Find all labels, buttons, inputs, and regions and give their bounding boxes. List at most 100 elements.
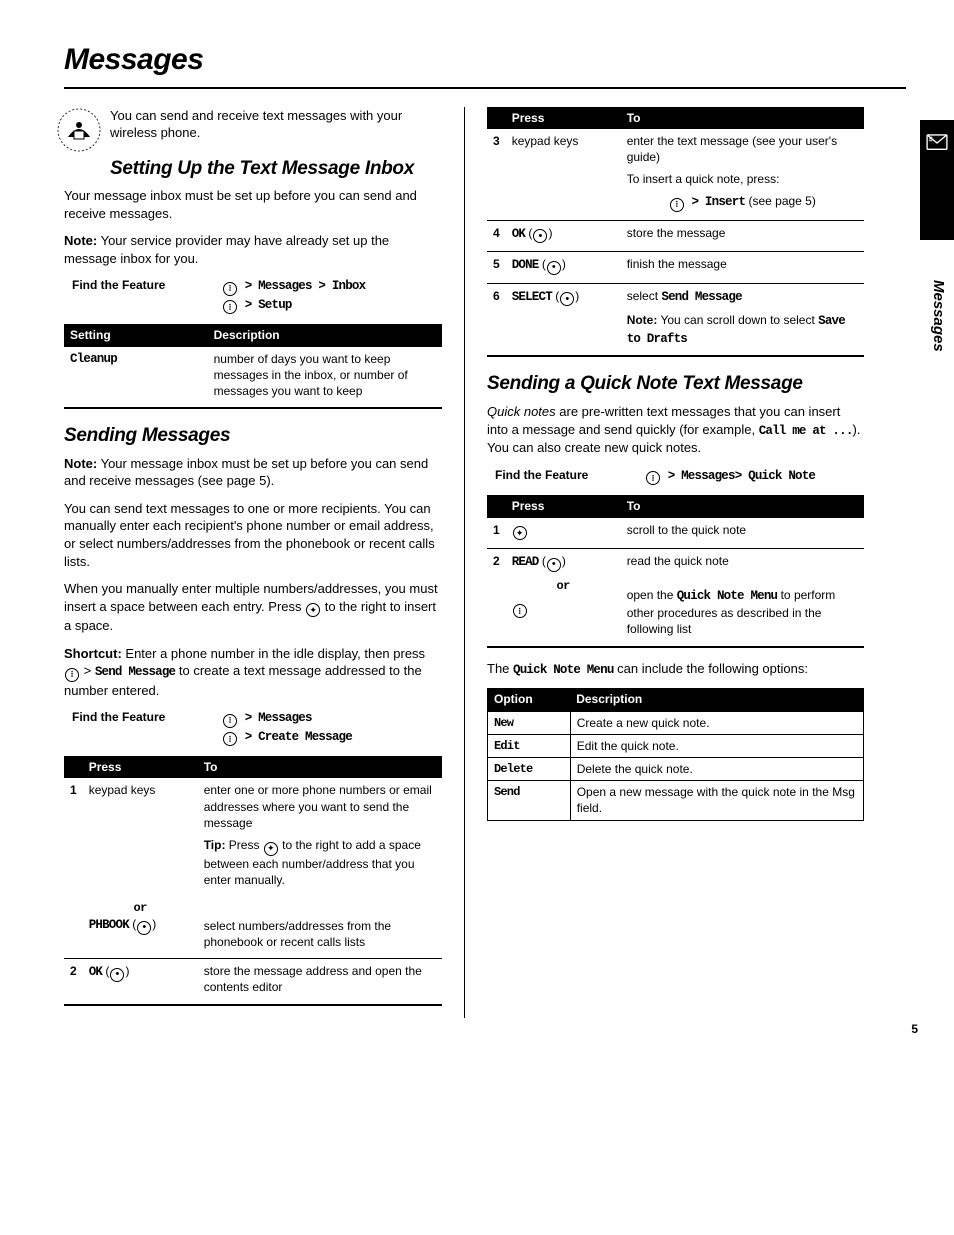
press-cell: OK () xyxy=(83,959,198,1005)
left-column: You can send and receive text messages w… xyxy=(64,107,464,1018)
opt-desc: Create a new quick note. xyxy=(570,711,863,734)
menu-key-icon xyxy=(513,604,527,618)
opt-desc: Delete the quick note. xyxy=(570,758,863,781)
opt-name: Delete xyxy=(488,758,571,781)
center-key-icon xyxy=(137,921,151,935)
press-cell: OK () xyxy=(506,220,621,252)
to-cell: read the quick note open the Quick Note … xyxy=(621,549,864,647)
th-setting: Setting xyxy=(64,324,208,346)
find-feature-3: Find the Feature > Messages> Quick Note xyxy=(495,467,864,486)
table-row: 6 SELECT () select Send Message Note: Yo… xyxy=(487,283,864,356)
center-key-icon xyxy=(547,261,561,275)
table-row: 1 keypad keys enter one or more phone nu… xyxy=(64,778,442,895)
menu-key-icon xyxy=(223,300,237,314)
opt-desc: Edit the quick note. xyxy=(570,734,863,757)
th-press: Press xyxy=(506,495,621,517)
to-cell: store the message xyxy=(621,220,864,252)
setting-table: Setting Description Cleanup number of da… xyxy=(64,324,442,409)
find-feature-label: Find the Feature xyxy=(72,277,222,293)
step-num: 3 xyxy=(487,129,506,221)
section1-p1: Your message inbox must be set up before… xyxy=(64,187,442,222)
opt-desc: Open a new message with the quick note i… xyxy=(570,781,863,820)
th-blank xyxy=(64,756,83,778)
menu-key-icon xyxy=(670,198,684,212)
section2-note: Note: Your message inbox must be set up … xyxy=(64,455,442,490)
nav-key-icon xyxy=(306,603,320,617)
find-feature-2: Find the Feature > Messages > Create Mes… xyxy=(72,709,442,746)
to-cell: enter the text message (see your user's … xyxy=(621,129,864,221)
find-feature-path: > Messages> Quick Note xyxy=(645,467,815,486)
press-cell: keypad keys xyxy=(83,778,198,895)
table-row: SendOpen a new message with the quick no… xyxy=(488,781,864,820)
find-feature-path: > Messages > Create Message xyxy=(222,709,352,746)
table-row: 1 scroll to the quick note xyxy=(487,518,864,549)
table-row: Cleanup number of days you want to keep … xyxy=(64,347,442,409)
section2-p1: You can send text messages to one or mor… xyxy=(64,500,442,570)
press-cell xyxy=(506,518,621,549)
opt-name: Edit xyxy=(488,734,571,757)
opt-name: New xyxy=(488,711,571,734)
find-feature-path: > Messages > Inbox > Setup xyxy=(222,277,365,314)
find-feature-label: Find the Feature xyxy=(72,709,222,725)
th-blank xyxy=(487,107,506,129)
section2-p2: When you manually enter multiple numbers… xyxy=(64,580,442,635)
opt-name: Send xyxy=(488,781,571,820)
th-press: Press xyxy=(83,756,198,778)
press-cell: SELECT () xyxy=(506,283,621,356)
center-key-icon xyxy=(110,968,124,982)
table-row: 3 keypad keys enter the text message (se… xyxy=(487,129,864,221)
table-row: or PHBOOK () select numbers/addresses fr… xyxy=(64,896,442,959)
to-cell: select numbers/addresses from the phoneb… xyxy=(198,896,442,959)
intro-text: You can send and receive text messages w… xyxy=(64,107,442,142)
options-table: Option Description NewCreate a new quick… xyxy=(487,688,864,820)
setting-name: Cleanup xyxy=(64,347,208,409)
section2-title: Sending Messages xyxy=(64,423,442,449)
step-num: 5 xyxy=(487,252,506,284)
table-row: 4 OK () store the message xyxy=(487,220,864,252)
section2-shortcut: Shortcut: Enter a phone number in the id… xyxy=(64,645,442,700)
page: Messages Messages You can send and recei… xyxy=(0,0,954,1058)
th-to: To xyxy=(621,495,864,517)
page-title: Messages xyxy=(64,40,906,81)
step-num: 6 xyxy=(487,283,506,356)
menu-key-icon xyxy=(646,471,660,485)
step-num: 1 xyxy=(64,778,83,895)
press-cell: or PHBOOK () xyxy=(83,896,198,959)
to-cell: store the message address and open the c… xyxy=(198,959,442,1005)
to-cell: select Send Message Note: You can scroll… xyxy=(621,283,864,356)
table-row: DeleteDelete the quick note. xyxy=(488,758,864,781)
center-key-icon xyxy=(533,229,547,243)
th-option: Option xyxy=(488,688,571,711)
press-cell: keypad keys xyxy=(506,129,621,221)
press-cell: DONE () xyxy=(506,252,621,284)
section3-title: Sending a Quick Note Text Message xyxy=(487,371,864,397)
section3-after: The Quick Note Menu can include the foll… xyxy=(487,660,864,679)
nav-key-icon xyxy=(513,526,527,540)
section1-note: Note: Your service provider may have alr… xyxy=(64,232,442,267)
section3-p1: Quick notes are pre-written text message… xyxy=(487,403,864,457)
step-num xyxy=(64,896,83,959)
menu-key-icon xyxy=(223,282,237,296)
setting-desc: number of days you want to keep messages… xyxy=(208,347,442,409)
press-table-right: Press To 3 keypad keys enter the text me… xyxy=(487,107,864,358)
press-table-left: Press To 1 keypad keys enter one or more… xyxy=(64,756,442,1005)
menu-key-icon xyxy=(223,714,237,728)
nav-key-icon xyxy=(264,842,278,856)
to-cell: scroll to the quick note xyxy=(621,518,864,549)
to-cell: finish the message xyxy=(621,252,864,284)
th-press: Press xyxy=(506,107,621,129)
side-black-tab xyxy=(920,120,954,240)
table-row: 5 DONE () finish the message xyxy=(487,252,864,284)
th-to: To xyxy=(621,107,864,129)
table-row: 2 READ () or read the quick note open th… xyxy=(487,549,864,647)
center-key-icon xyxy=(560,292,574,306)
center-key-icon xyxy=(547,558,561,572)
page-number: 5 xyxy=(911,1021,918,1037)
th-blank xyxy=(487,495,506,517)
network-feature-icon xyxy=(56,107,102,158)
step-num: 2 xyxy=(64,959,83,1005)
table-row: NewCreate a new quick note. xyxy=(488,711,864,734)
right-column: Press To 3 keypad keys enter the text me… xyxy=(464,107,864,1018)
table-row: EditEdit the quick note. xyxy=(488,734,864,757)
find-feature-label: Find the Feature xyxy=(495,467,645,483)
